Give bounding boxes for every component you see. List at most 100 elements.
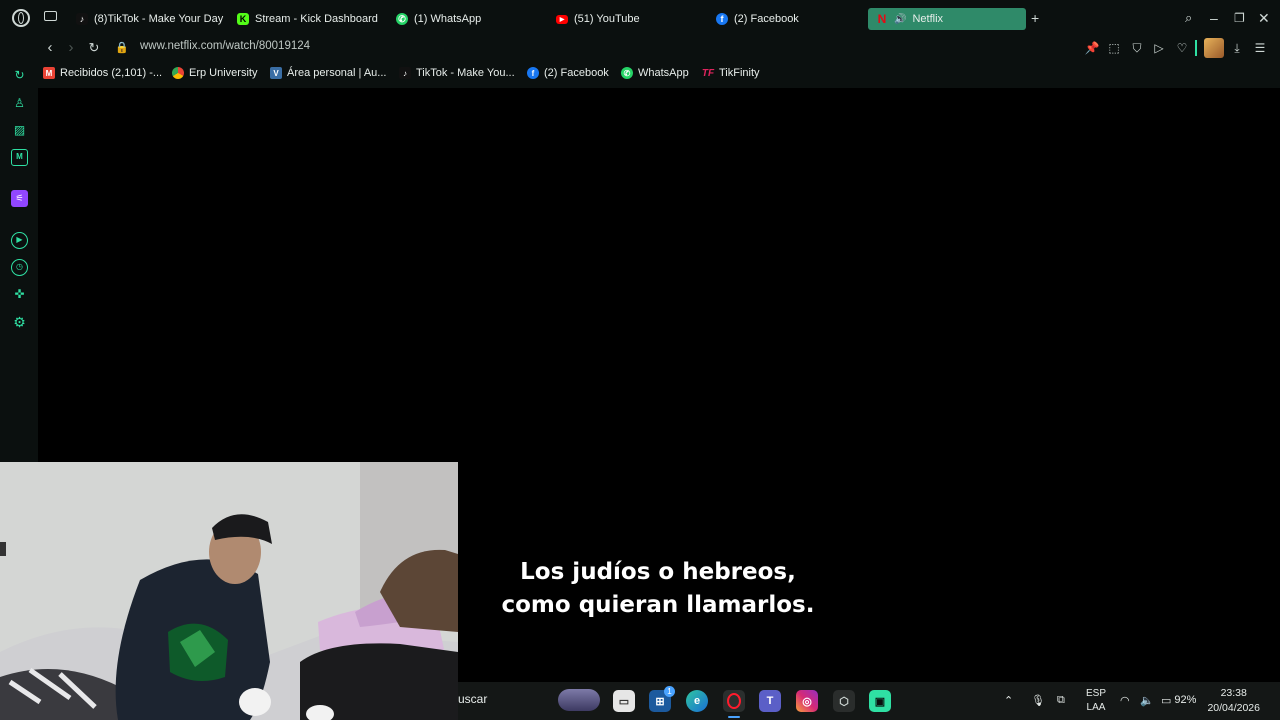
tab-youtube[interactable]: ▶ (51) YouTube: [556, 8, 640, 30]
facebook-icon: f: [716, 13, 728, 25]
display-icon[interactable]: ⧉: [1057, 694, 1065, 707]
whatsapp-icon: ✆: [621, 67, 633, 79]
edge-icon[interactable]: e: [686, 690, 708, 712]
bookmark-erp[interactable]: Erp University: [172, 67, 257, 79]
tab-label: (51) YouTube: [574, 13, 640, 25]
video-subtitle: Los judíos o hebreos, como quieran llama…: [458, 556, 858, 622]
instagram-icon[interactable]: ◎: [796, 690, 818, 712]
streamlabs-icon[interactable]: ▣: [869, 690, 891, 712]
back-button[interactable]: ‹: [41, 39, 59, 57]
bookmark-label: Área personal | Au...: [287, 67, 387, 79]
show-hidden-icons[interactable]: ⌃: [1004, 694, 1013, 707]
pin-icon[interactable]: 📌: [1083, 39, 1101, 57]
heart-icon[interactable]: ♡: [1173, 39, 1191, 57]
bookmarks-bar: M Recibidos (2,101) -... Erp University …: [0, 60, 1280, 88]
tiktok-icon: ♪: [399, 67, 411, 79]
speed-dial-icon[interactable]: ↻: [11, 67, 28, 84]
kick-icon: K: [237, 13, 249, 25]
bookmark-tikfinity[interactable]: TF TikFinity: [702, 67, 760, 79]
clock-date: 20/04/2026: [1207, 702, 1260, 714]
lock-icon[interactable]: 🔒: [113, 39, 131, 57]
clock-time: 23:38: [1220, 687, 1247, 699]
audio-playing-icon[interactable]: 🔊: [894, 14, 906, 25]
settings-icon[interactable]: ⚙: [11, 314, 28, 331]
tiktok-icon: ♪: [76, 13, 88, 25]
battery-icon: ▭: [1161, 695, 1172, 707]
language-indicator[interactable]: ESP LAA: [1086, 687, 1106, 715]
moodle-icon: V: [270, 67, 282, 79]
bookmark-whatsapp[interactable]: ✆ WhatsApp: [621, 67, 689, 79]
tab-label: (2) Facebook: [734, 13, 799, 25]
whatsapp-icon: ✆: [396, 13, 408, 25]
opera-ring-icon: [727, 693, 741, 709]
battery-percent: 92%: [1174, 694, 1197, 706]
profile-avatar[interactable]: [1204, 38, 1224, 58]
snapshot-icon[interactable]: ⬚: [1105, 39, 1123, 57]
forward-button[interactable]: ›: [62, 39, 80, 57]
bookmark-tiktok[interactable]: ♪ TikTok - Make You...: [399, 67, 515, 79]
webcam-feed-image: [0, 462, 458, 720]
obs-icon[interactable]: ⬡: [833, 690, 855, 712]
tab-kick[interactable]: K Stream - Kick Dashboard: [237, 8, 378, 30]
language-code: ESP: [1086, 688, 1107, 699]
tab-label: Netflix: [912, 13, 944, 25]
bookmark-label: (2) Facebook: [544, 67, 609, 79]
tab-whatsapp[interactable]: ✆ (1) WhatsApp: [396, 8, 481, 30]
windows-taskbar: uscar ▭ ⊞ 1 e T ◎ ⬡ ▣ ⌃ 🎙 ⧉ ESP LAA ◠ 🔈 …: [458, 682, 1280, 720]
reload-button[interactable]: ↻: [85, 39, 103, 57]
youtube-icon: ▶: [556, 14, 568, 24]
tab-strip: ♪ (8)TikTok - Make Your Day K Stream - K…: [0, 0, 1280, 36]
volume-icon[interactable]: 🔈: [1140, 694, 1154, 707]
teams-icon[interactable]: T: [759, 690, 781, 712]
facebook-icon: f: [527, 67, 539, 79]
bookmark-area-personal[interactable]: V Área personal | Au...: [270, 67, 386, 79]
aria-icon[interactable]: ♙: [11, 95, 28, 112]
active-app-indicator: [728, 716, 740, 718]
opera-menu-icon[interactable]: [12, 9, 30, 27]
bookmark-label: TikFinity: [719, 67, 760, 79]
keyboard-layout: LAA: [1086, 702, 1106, 713]
easy-setup-icon[interactable]: ☰: [1251, 39, 1269, 57]
microphone-icon[interactable]: 🎙: [1031, 694, 1045, 707]
new-tab-button[interactable]: +: [1031, 10, 1039, 26]
bookmark-label: TikTok - Make You...: [416, 67, 515, 79]
bookmark-label: Recibidos (2,101) -...: [60, 67, 163, 79]
tikfinity-icon: TF: [701, 67, 715, 79]
tab-label: (8)TikTok - Make Your Day: [94, 13, 224, 25]
workspaces-icon[interactable]: [44, 11, 57, 21]
subtitle-line-2: como quieran llamarlos.: [501, 592, 815, 618]
history-icon[interactable]: ◷: [11, 259, 28, 276]
url-field[interactable]: www.netflix.com/watch/80019124: [140, 40, 310, 52]
workspace-icon[interactable]: ▨: [11, 122, 28, 139]
close-button[interactable]: ✕: [1258, 10, 1270, 26]
wifi-icon[interactable]: ◠: [1120, 694, 1130, 707]
tab-netflix[interactable]: N 🔊 Netflix: [868, 8, 1026, 30]
twitch-icon[interactable]: ⚟: [11, 190, 28, 207]
download-icon[interactable]: ⤓: [1228, 39, 1246, 57]
store-badge: 1: [664, 686, 675, 697]
shield-icon[interactable]: ⛉: [1128, 39, 1146, 57]
address-bar-row: ‹ › ↻ 🔒 www.netflix.com/watch/80019124 📌…: [0, 36, 1280, 60]
bookmark-gmail[interactable]: M Recibidos (2,101) -...: [43, 67, 162, 79]
minimize-button[interactable]: –: [1210, 10, 1218, 26]
search-tabs-icon[interactable]: ⌕: [1185, 10, 1192, 26]
extensions-icon[interactable]: ✜: [11, 286, 28, 303]
tab-tiktok[interactable]: ♪ (8)TikTok - Make Your Day: [76, 8, 223, 30]
tab-label: Stream - Kick Dashboard: [255, 13, 378, 25]
messenger-icon[interactable]: M: [11, 149, 28, 166]
send-icon[interactable]: ▷: [1150, 39, 1168, 57]
bookmark-label: WhatsApp: [638, 67, 689, 79]
taskbar-search-box[interactable]: uscar: [458, 692, 487, 706]
opera-taskbar-icon[interactable]: [723, 690, 745, 712]
chrome-icon: [172, 67, 184, 79]
search-highlight-image[interactable]: [558, 689, 600, 711]
bookmark-facebook[interactable]: f (2) Facebook: [527, 67, 609, 79]
player-icon[interactable]: ▶: [11, 232, 28, 249]
tab-facebook[interactable]: f (2) Facebook: [716, 8, 799, 30]
battery-indicator[interactable]: ▭ 92%: [1161, 694, 1196, 707]
gmail-icon: M: [43, 67, 55, 79]
subtitle-line-1: Los judíos o hebreos,: [520, 559, 796, 585]
clock[interactable]: 23:38 20/04/2026: [1207, 686, 1260, 716]
file-explorer-icon[interactable]: ▭: [613, 690, 635, 712]
maximize-button[interactable]: ❐: [1234, 10, 1245, 26]
